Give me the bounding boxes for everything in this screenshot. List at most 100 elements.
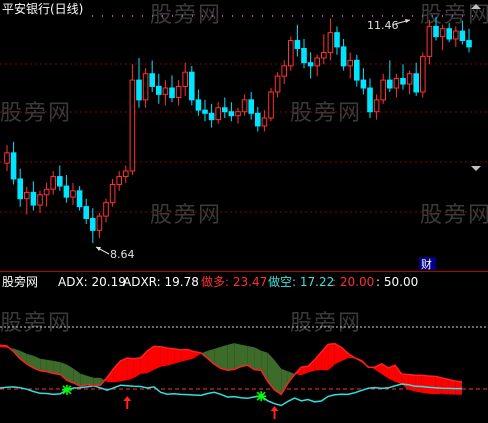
duo-dominant-area <box>120 358 128 382</box>
kong-dominant-area <box>274 360 282 395</box>
candle-body-down <box>195 99 202 111</box>
candle-body-down <box>466 40 472 48</box>
duo-dominant-area <box>441 377 449 395</box>
high-pointer-arrowhead <box>405 19 410 23</box>
candle-body-up <box>37 194 43 206</box>
candle-body-up <box>162 87 169 95</box>
candle-body-up <box>420 55 426 93</box>
buy-signal-cross-icon <box>256 391 267 402</box>
candle-body-down <box>202 109 208 114</box>
kong-dominant-area <box>281 368 288 395</box>
candle-body-up <box>182 71 188 87</box>
candle-body-up <box>103 202 109 217</box>
candle-body-down <box>367 87 373 113</box>
kong-dominant-area <box>234 343 241 370</box>
high-price-label: 11.46 <box>367 19 399 32</box>
duo-readout: 做多: 23.47 <box>201 274 267 289</box>
candle-body-down <box>10 152 17 180</box>
kong-readout: 做空: 17.22 <box>268 274 334 289</box>
candle-body-down <box>63 185 70 198</box>
candle-body-up <box>373 99 380 113</box>
level-50-readout: : 50.00 <box>376 275 418 289</box>
candle-body-up <box>327 32 334 53</box>
kong-dominant-area <box>227 343 235 371</box>
kong-dominant-area <box>267 352 275 390</box>
candle-body-up <box>235 111 241 117</box>
kong-dominant-area <box>221 344 228 371</box>
indicator-signal-markers <box>61 384 279 419</box>
duo-dominant-area <box>133 357 141 378</box>
candle-body-down <box>90 217 96 231</box>
level-20-readout: : 20.00 <box>332 275 374 289</box>
watermark-text: 股旁网 <box>290 311 362 336</box>
duo-dominant-area <box>415 375 422 393</box>
candle-body-up <box>288 40 294 67</box>
candle-body-down <box>387 79 393 89</box>
candle-body-down <box>57 176 63 187</box>
duo-dominant-area <box>408 374 416 392</box>
kong-dominant-area <box>93 377 101 386</box>
duo-dominant-area <box>180 349 188 362</box>
candle-body-down <box>136 79 142 101</box>
candle-body-down <box>17 178 23 200</box>
candle-body-up <box>321 51 327 59</box>
watermark-text: 股旁网 <box>150 3 222 28</box>
duo-dominant-area <box>167 348 175 366</box>
candle-body-down <box>30 191 37 206</box>
chart-canvas: 股旁网 股旁网股旁网 股旁网股旁网 股旁网股旁网 股旁网 平安银行(日线) 11.46 … <box>0 1 488 419</box>
adxr-readout: ADXR: 19.78 <box>123 275 199 289</box>
candle-body-up <box>406 73 413 85</box>
collapse-down-icon[interactable] <box>471 166 481 171</box>
candlestick-series <box>4 16 472 243</box>
candle-body-down <box>400 78 406 85</box>
candle-body-up <box>268 91 274 119</box>
candle-body-up <box>274 75 281 93</box>
candle-body-down <box>189 71 195 101</box>
buy-signal-arrow-icon <box>123 396 132 409</box>
candle-body-down <box>83 206 90 219</box>
candle-body-down <box>222 107 228 113</box>
candle-body-up <box>43 188 50 196</box>
candle-body-down <box>294 40 301 49</box>
candle-body-down <box>340 46 347 67</box>
candle-body-down <box>301 47 307 64</box>
candle-body-up <box>129 79 136 172</box>
candle-body-down <box>334 32 340 48</box>
candle-body-up <box>96 215 103 231</box>
watermark-text: 股旁网 <box>0 101 72 126</box>
candle-body-up <box>261 117 268 127</box>
duo-dominant-area <box>328 343 335 371</box>
candle-body-up <box>215 107 221 121</box>
watermark-text: 股旁网 <box>0 311 72 336</box>
kong-dominant-area <box>53 360 61 375</box>
kong-dominant-area <box>241 344 248 367</box>
candle-body-down <box>459 30 466 42</box>
candle-body-up <box>380 79 386 101</box>
duo-dominant-area <box>401 374 409 390</box>
candle-body-up <box>314 57 320 67</box>
candle-body-up <box>4 152 10 164</box>
candle-body-down <box>156 85 162 95</box>
candle-body-up <box>24 191 30 200</box>
duo-dominant-area <box>435 376 442 395</box>
low-price-label: 8.64 <box>110 248 135 261</box>
candle-body-down <box>76 190 83 208</box>
duo-dominant-area <box>174 348 181 364</box>
candle-body-up <box>393 78 400 89</box>
duo-dominant-area <box>154 346 161 370</box>
candle-body-down <box>360 79 367 89</box>
candle-body-down <box>149 73 155 87</box>
candle-body-up <box>175 85 182 98</box>
chart-title: 平安银行(日线) <box>2 1 83 16</box>
cai-badge-label: 财 <box>421 257 432 271</box>
kong-dominant-area <box>87 375 94 386</box>
watermark-text: 股旁网 <box>420 203 488 228</box>
candle-body-down <box>255 112 261 127</box>
adx-readout: ADX: 20.19 <box>58 275 126 289</box>
candle-body-up <box>116 176 123 185</box>
kong-dominant-area <box>254 347 262 371</box>
indicator-panel: 股旁网 ADX: 20.19 ADXR: 19.78 做多: 23.47 做空:… <box>0 274 488 419</box>
candle-body-up <box>453 30 459 40</box>
candle-body-up <box>142 73 149 101</box>
candle-body-up <box>50 176 57 190</box>
